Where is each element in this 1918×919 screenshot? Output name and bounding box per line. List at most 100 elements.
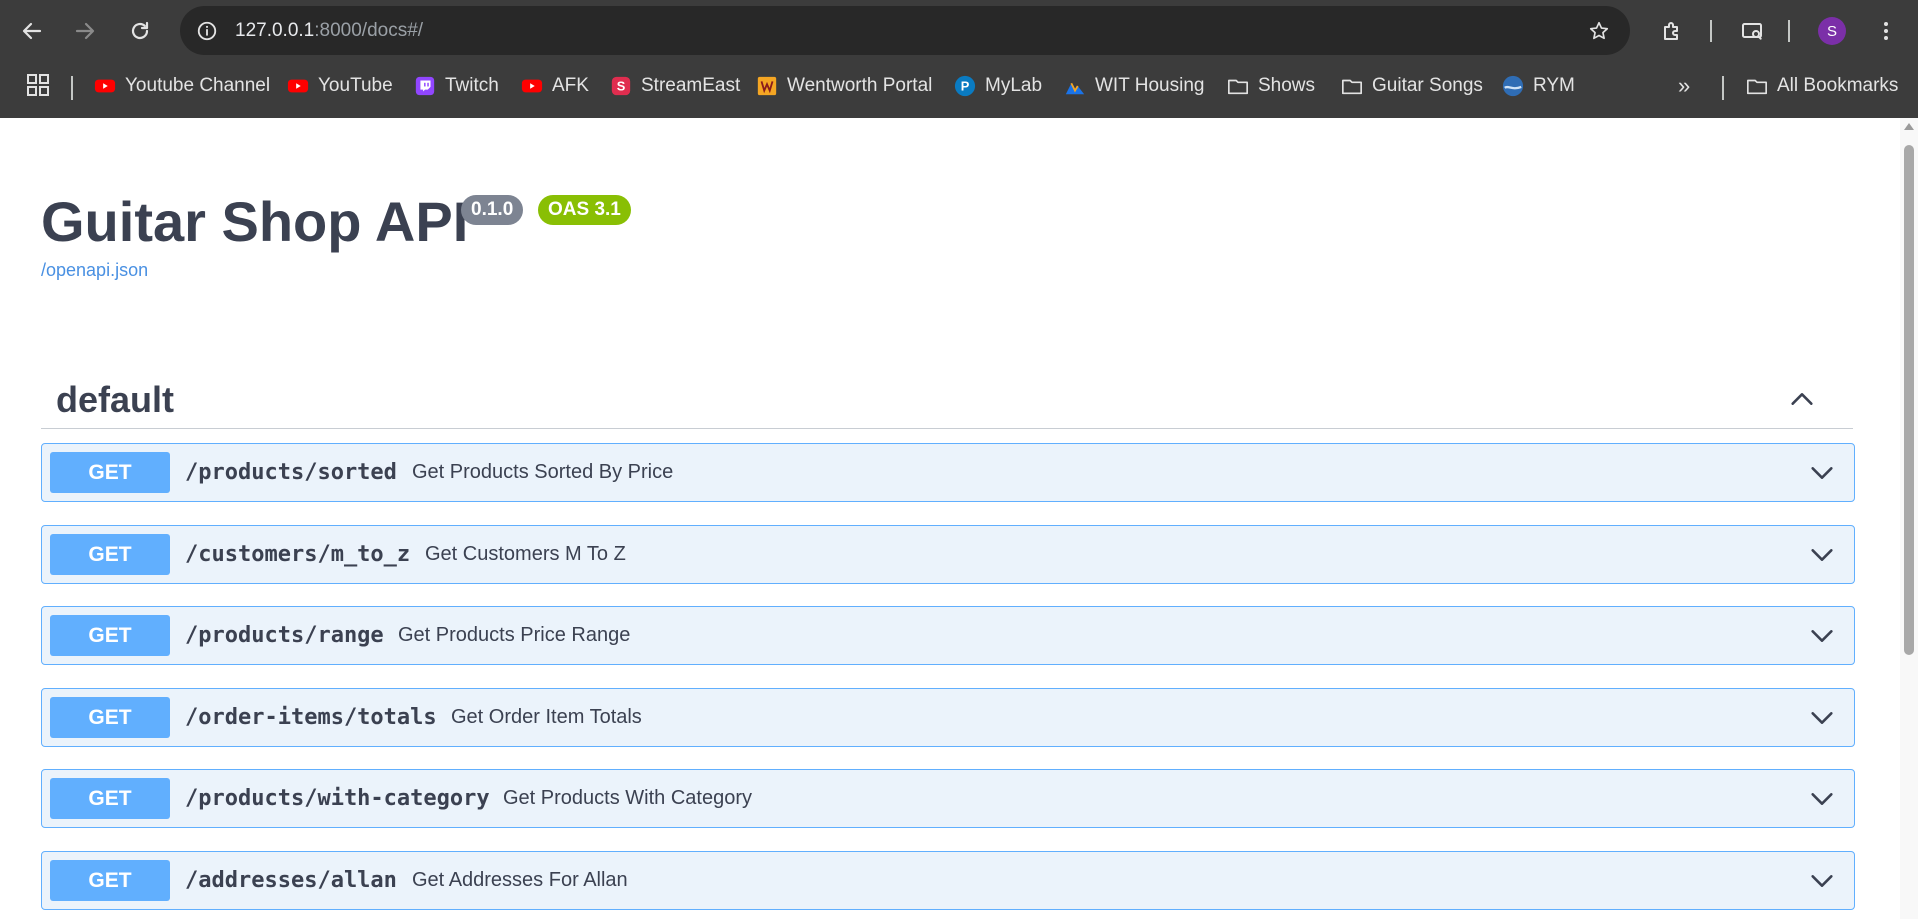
bookmark-label: RYM	[1533, 75, 1575, 96]
folder-icon	[1341, 75, 1363, 97]
svg-text:S: S	[617, 79, 626, 94]
method-badge: GET	[50, 615, 170, 656]
operation-get-customers-m-to-z[interactable]: GET /customers/m_to_z Get Customers M To…	[41, 525, 1855, 584]
bookmark-label: StreamEast	[641, 75, 741, 96]
operation-get-addresses-allan[interactable]: GET /addresses/allan Get Addresses For A…	[41, 851, 1855, 910]
bookmark-rym[interactable]: RYM	[1502, 69, 1575, 103]
all-bookmarks-button[interactable]: All Bookmarks	[1746, 69, 1898, 103]
youtube-icon	[94, 75, 116, 97]
api-title: Guitar Shop API	[41, 190, 469, 253]
bookmark-youtube-channel[interactable]: Youtube Channel	[94, 69, 270, 103]
back-icon[interactable]	[14, 13, 50, 49]
toolbar-divider	[1710, 20, 1712, 42]
bookmark-afk[interactable]: AFK	[521, 69, 589, 103]
bookmark-label: Guitar Songs	[1372, 75, 1483, 96]
bookmark-label: All Bookmarks	[1777, 75, 1899, 96]
streameast-icon: S	[610, 75, 632, 97]
bookmark-guitar-songs[interactable]: Guitar Songs	[1341, 69, 1483, 103]
reading-mode-icon[interactable]	[1734, 13, 1770, 49]
operation-path: /products/sorted	[185, 460, 397, 485]
twitch-icon	[414, 75, 436, 97]
chevron-down-icon[interactable]	[1806, 539, 1838, 571]
chevron-down-icon[interactable]	[1806, 457, 1838, 489]
youtube-icon	[521, 75, 543, 97]
operation-get-products-range[interactable]: GET /products/range Get Products Price R…	[41, 606, 1855, 665]
bookmark-shows[interactable]: Shows	[1227, 69, 1315, 103]
chevron-down-icon[interactable]	[1806, 783, 1838, 815]
operation-path: /order-items/totals	[185, 705, 437, 730]
site-info-icon[interactable]	[194, 18, 220, 44]
method-badge: GET	[50, 534, 170, 575]
chevron-down-icon[interactable]	[1806, 865, 1838, 897]
operation-summary: Get Customers M To Z	[425, 543, 626, 565]
operation-summary: Get Products Price Range	[398, 624, 631, 646]
apps-grid-icon[interactable]	[26, 73, 50, 97]
operation-summary: Get Products Sorted By Price	[412, 461, 674, 483]
svg-text:P: P	[961, 79, 970, 94]
operation-summary: Get Addresses For Allan	[412, 869, 628, 891]
bookmark-label: YouTube	[318, 75, 393, 96]
operation-get-products-sorted[interactable]: GET /products/sorted Get Products Sorted…	[41, 443, 1855, 502]
openapi-json-link[interactable]: /openapi.json	[41, 260, 148, 281]
operation-path: /addresses/allan	[185, 868, 397, 893]
chevron-down-icon[interactable]	[1806, 702, 1838, 734]
url-path: :8000/docs#/	[314, 20, 424, 41]
operation-get-products-with-category[interactable]: GET /products/with-category Get Products…	[41, 769, 1855, 828]
bookmark-label: MyLab	[985, 75, 1043, 96]
bookmark-wit-housing[interactable]: WIT Housing	[1064, 69, 1204, 103]
bookmarks-divider	[71, 76, 73, 100]
url-text[interactable]: 127.0.0.1:8000/docs#/	[235, 6, 423, 55]
profile-avatar[interactable]: S	[1818, 17, 1846, 45]
bookmark-twitch[interactable]: Twitch	[414, 69, 499, 103]
menu-kebab-icon[interactable]	[1868, 13, 1904, 49]
pearson-icon: P	[954, 75, 976, 97]
extensions-icon[interactable]	[1654, 13, 1690, 49]
wentworth-icon	[756, 75, 778, 97]
bookmark-label: Shows	[1258, 75, 1316, 96]
rym-icon	[1502, 75, 1524, 97]
url-host: 127.0.0.1	[235, 20, 315, 41]
operation-summary: Get Order Item Totals	[451, 706, 642, 728]
browser-toolbar: 127.0.0.1:8000/docs#/ S	[0, 0, 1918, 61]
more-bookmarks-icon: »	[1678, 73, 1691, 98]
operation-get-order-items-totals[interactable]: GET /order-items/totals Get Order Item T…	[41, 688, 1855, 747]
reload-icon[interactable]	[122, 13, 158, 49]
bookmark-youtube[interactable]: YouTube	[287, 69, 393, 103]
bookmark-label: Wentworth Portal	[787, 75, 933, 96]
housing-icon	[1064, 75, 1086, 97]
forward-icon[interactable]	[67, 13, 103, 49]
method-badge: GET	[50, 860, 170, 901]
bookmark-mylab[interactable]: P MyLab	[954, 69, 1042, 103]
bookmark-label: Twitch	[445, 75, 499, 96]
toolbar-divider	[1788, 20, 1790, 42]
version-badge: 0.1.0	[461, 195, 524, 225]
page-scrollbar[interactable]	[1900, 118, 1918, 919]
bookmark-star-icon[interactable]	[1586, 18, 1612, 44]
method-badge: GET	[50, 778, 170, 819]
bookmark-wentworth-portal[interactable]: Wentworth Portal	[756, 69, 932, 103]
operation-path: /products/range	[185, 623, 384, 648]
chevron-down-icon[interactable]	[1806, 620, 1838, 652]
method-badge: GET	[50, 452, 170, 493]
folder-icon	[1746, 75, 1768, 97]
tag-name: default	[56, 379, 175, 420]
bookmarks-divider	[1722, 76, 1724, 100]
operation-path: /products/with-category	[185, 786, 490, 811]
bookmark-streameast[interactable]: S StreamEast	[610, 69, 740, 103]
bookmark-label: WIT Housing	[1095, 75, 1205, 96]
operation-summary: Get Products With Category	[503, 787, 752, 809]
scroll-up-arrow-icon[interactable]	[1904, 123, 1914, 130]
method-badge: GET	[50, 697, 170, 738]
swagger-page: Guitar Shop API 0.1.0 OAS 3.1 /openapi.j…	[0, 118, 1900, 919]
chevron-up-icon[interactable]	[1786, 383, 1818, 415]
bookmark-label: Youtube Channel	[125, 75, 271, 96]
scrollbar-thumb[interactable]	[1904, 145, 1914, 655]
address-bar[interactable]: 127.0.0.1:8000/docs#/	[180, 6, 1630, 55]
youtube-icon	[287, 75, 309, 97]
bookmark-label: AFK	[552, 75, 589, 96]
operation-path: /customers/m_to_z	[185, 542, 411, 567]
folder-icon	[1227, 75, 1249, 97]
tag-section-header[interactable]: default	[41, 365, 1853, 429]
oas-badge: OAS 3.1	[538, 195, 631, 225]
more-bookmarks-button[interactable]: »	[1678, 69, 1690, 103]
